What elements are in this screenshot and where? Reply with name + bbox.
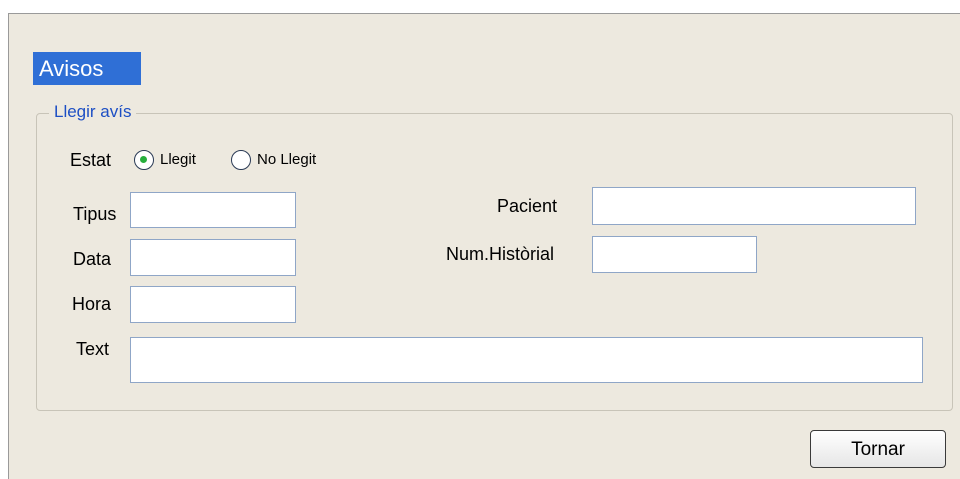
hora-label: Hora — [72, 294, 112, 314]
pacient-input[interactable] — [592, 187, 916, 225]
radio-no-llegit-label[interactable]: No Llegit — [257, 150, 316, 170]
hora-input[interactable] — [130, 286, 296, 323]
back-button[interactable]: Tornar — [810, 430, 946, 468]
pacient-label: Pacient — [497, 196, 558, 216]
num-historial-label: Num.Històrial — [446, 244, 555, 264]
text-input[interactable] — [130, 337, 923, 383]
radio-llegit[interactable] — [134, 150, 154, 170]
radio-no-llegit[interactable] — [231, 150, 251, 170]
estat-label: Estat — [70, 150, 112, 170]
tipus-label: Tipus — [73, 204, 117, 224]
num-historial-input[interactable] — [592, 236, 757, 273]
group-legend: Llegir avís — [49, 102, 137, 122]
radio-llegit-label[interactable]: Llegit — [160, 150, 196, 170]
radio-selected-dot — [140, 156, 147, 163]
page-title: Avisos — [33, 52, 141, 85]
data-label: Data — [73, 249, 112, 269]
text-label: Text — [76, 339, 110, 359]
tipus-input[interactable] — [130, 192, 296, 228]
data-input[interactable] — [130, 239, 296, 276]
